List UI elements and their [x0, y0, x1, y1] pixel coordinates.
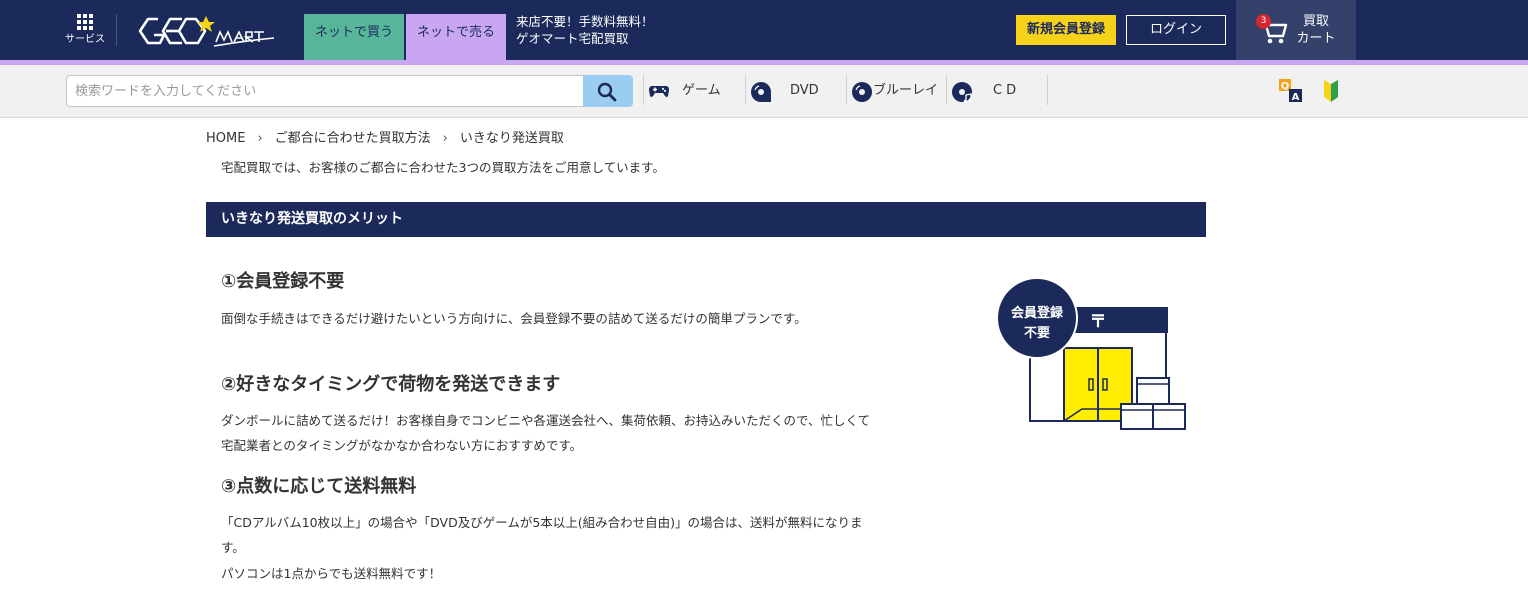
chevron-right-icon: › [442, 131, 448, 146]
category-game-label: ゲーム [682, 83, 721, 98]
search-bar: ゲーム DVD ブルーレイ CD Q A [0, 65, 1528, 118]
breadcrumb-home[interactable]: HOME [206, 131, 245, 146]
svg-text:A: A [1292, 92, 1300, 103]
search-icon [597, 82, 617, 102]
category-cd[interactable]: CD [951, 75, 1043, 107]
top-navigation-bar: サービス ネットで買う ネットで売る 来店不要！手数料無料！ ゲオマート宅配買取… [0, 0, 1528, 60]
buyback-cart-button[interactable]: 3 買取 カート [1236, 0, 1356, 60]
promo-line-2: ゲオマート宅配買取 [516, 31, 629, 46]
category-divider [1047, 75, 1048, 105]
cart-label-line-2: カート [1296, 31, 1336, 46]
post-office-shipping-illustration: 〒 会員登録 不要 [996, 277, 1186, 430]
svg-text:Q: Q [1281, 81, 1290, 92]
illustration-badge-line-2: 不要 [1024, 326, 1050, 341]
services-label: サービス [65, 34, 105, 45]
promo-line-1: 来店不要！手数料無料！ [516, 14, 654, 29]
login-button[interactable]: ログイン [1126, 15, 1226, 45]
beginner-guide-icon[interactable] [1322, 79, 1340, 103]
cart-count-badge: 3 [1256, 14, 1271, 29]
merit-1-text: 面倒な手続きはできるだけ避けたいという方向けに、会員登録不要の詰めて送るだけの簡… [221, 311, 807, 326]
category-divider [846, 75, 847, 105]
category-dvd-label: DVD [790, 83, 819, 98]
tab-buy-online[interactable]: ネットで買う [304, 14, 404, 60]
cart-label: 買取 カート [1294, 13, 1338, 47]
illustration-badge-line-1: 会員登録 [1011, 305, 1064, 321]
register-button[interactable]: 新規会員登録 [1016, 15, 1116, 45]
cart-label-line-1: 買取 [1302, 14, 1329, 29]
tab-sell-online[interactable]: ネットで売る [406, 14, 506, 60]
faq-icon[interactable]: Q A [1278, 78, 1304, 104]
category-dvd[interactable]: DVD [750, 75, 842, 107]
bluray-disc-icon [852, 82, 872, 102]
disc-icon [751, 82, 771, 102]
header-divider [116, 14, 117, 46]
cd-music-icon [952, 82, 972, 103]
category-game[interactable]: ゲーム [648, 75, 740, 107]
chevron-right-icon: › [257, 131, 263, 146]
merit-3-title: ③点数に応じて送料無料 [221, 476, 417, 497]
merit-2-title: ②好きなタイミングで荷物を発送できます [221, 374, 561, 395]
category-bluray-label: ブルーレイ [873, 83, 939, 98]
category-bluray[interactable]: ブルーレイ [851, 75, 945, 107]
merit-1-title: ①会員登録不要 [221, 271, 345, 292]
search-button[interactable] [583, 75, 633, 107]
merit-3-text-pc: パソコンは1点からでも送料無料です！ [221, 566, 442, 581]
category-divider [946, 75, 947, 105]
category-divider [643, 75, 644, 105]
promo-text[interactable]: 来店不要！手数料無料！ ゲオマート宅配買取 [516, 13, 654, 47]
breadcrumb-purchase-methods[interactable]: ご都合に合わせた買取方法 [275, 127, 431, 146]
category-divider [745, 75, 746, 105]
section-heading: いきなり発送買取のメリット [206, 202, 1206, 237]
breadcrumb-current: いきなり発送買取 [459, 131, 564, 146]
intro-text: 宅配買取では、お客様のご都合に合わせた3つの買取方法をご用意しています。 [221, 160, 665, 175]
merit-3-text: 「CDアルバム10枚以上」の場合や「DVD及びゲームが5本以上(組み合わせ自由)… [221, 515, 863, 555]
search-input[interactable] [66, 75, 584, 107]
gamepad-icon [649, 86, 669, 97]
merit-2-text: ダンボールに詰めて送るだけ！お客様自身でコンビニや各運送会社へ、集荷依頼、お持込… [221, 413, 871, 453]
category-cd-label: CD [993, 83, 1021, 98]
grid-menu-icon [77, 14, 93, 30]
geo-mart-logo[interactable] [136, 10, 278, 52]
post-mark-icon: 〒 [1090, 312, 1107, 332]
services-menu-button[interactable]: サービス [62, 12, 108, 50]
breadcrumb: HOME › ご都合に合わせた買取方法 › いきなり発送買取 [206, 127, 564, 146]
